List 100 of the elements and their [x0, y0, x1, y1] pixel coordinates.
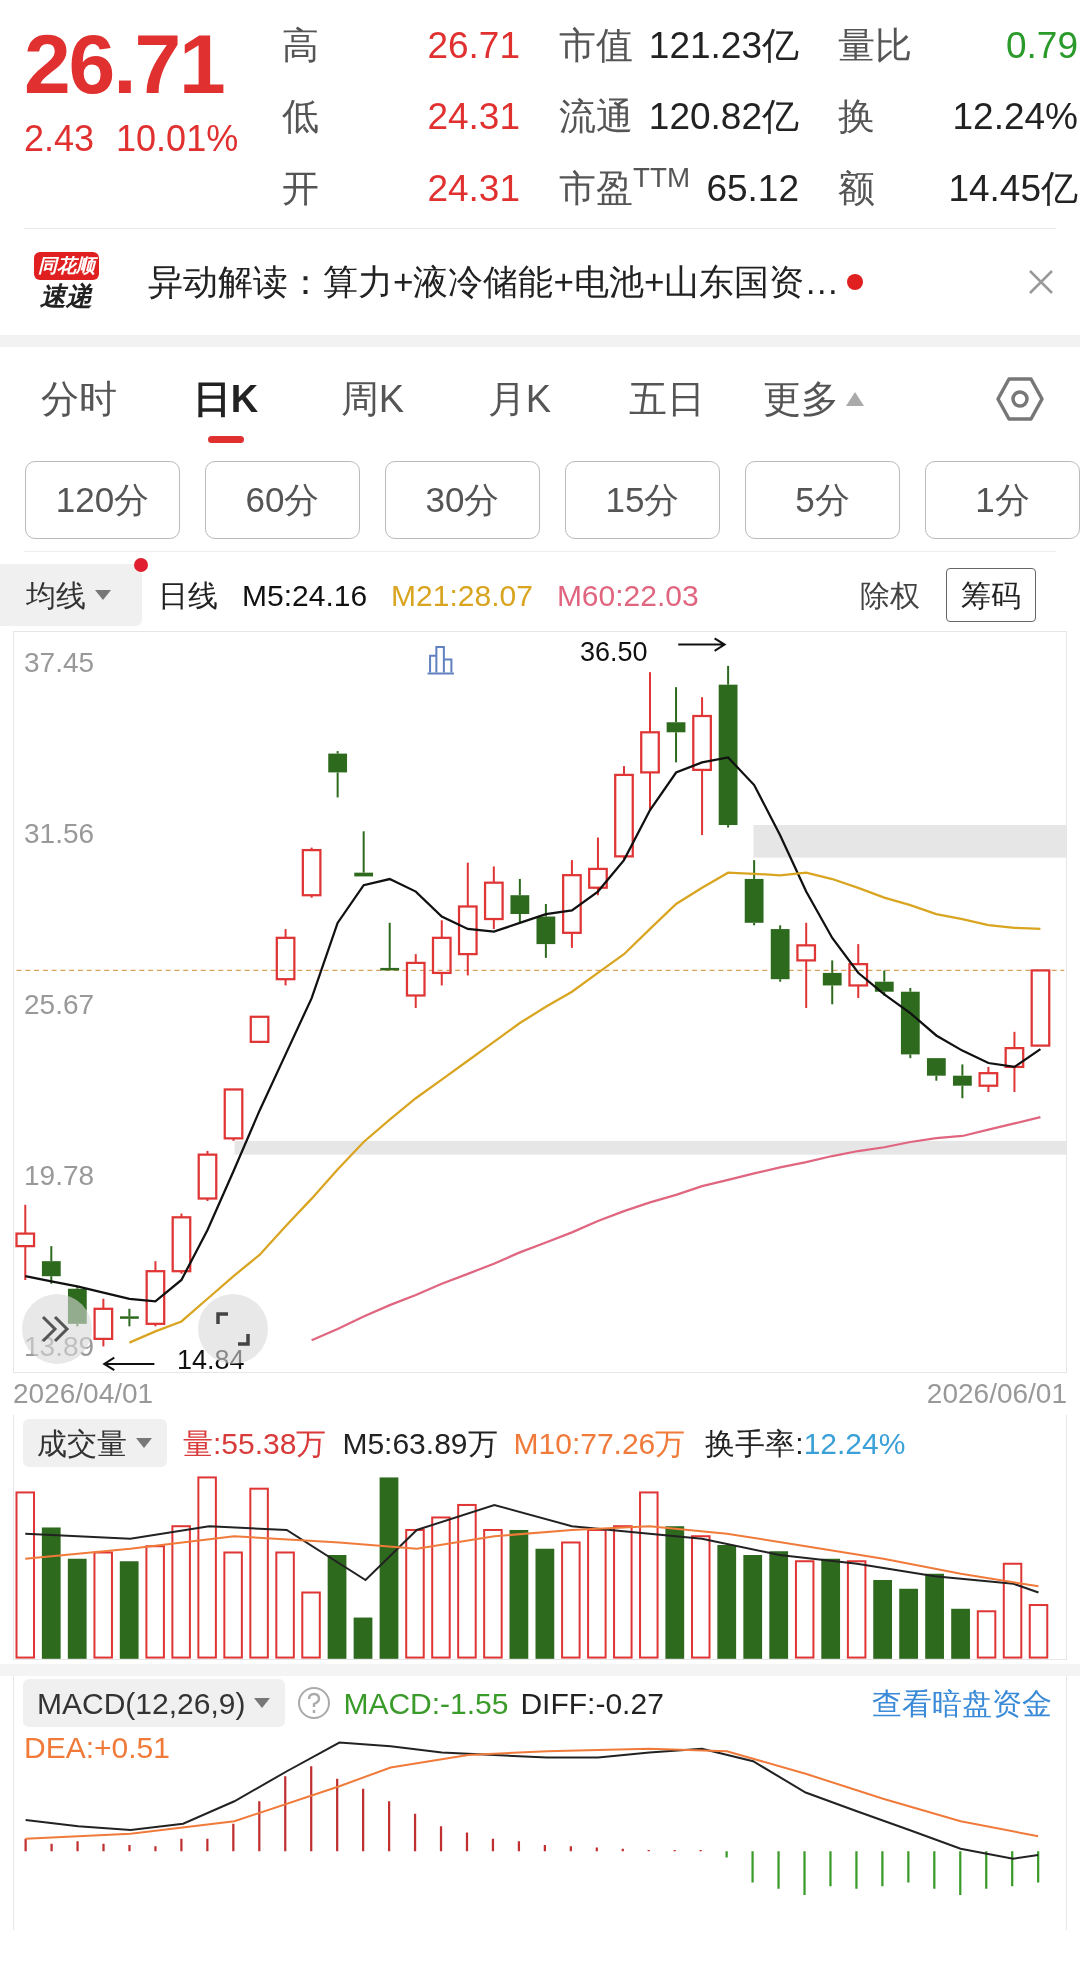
macd-bar [76, 1841, 79, 1852]
macd-bar [543, 1845, 546, 1852]
macd-bar [128, 1845, 131, 1852]
news-headline[interactable]: 异动解读：算力+液冷储能+电池+山东国资… [148, 255, 840, 309]
candlestick [67, 1286, 87, 1327]
start-date: 2026/04/01 [13, 1377, 154, 1411]
macd-bar [102, 1843, 105, 1852]
candlestick [536, 904, 556, 958]
candlestick [952, 1064, 972, 1099]
period-tab[interactable]: 分时 [5, 359, 152, 439]
candlestick [354, 831, 374, 878]
candlestick [900, 987, 920, 1059]
candlestick [822, 960, 842, 1005]
end-date: 2026/06/01 [926, 1377, 1067, 1411]
help-icon[interactable] [297, 1686, 332, 1720]
macd-bar [465, 1832, 469, 1852]
macd-bar [1037, 1851, 1040, 1883]
macd-bar [232, 1823, 235, 1852]
macd-bar [985, 1851, 988, 1889]
candlestick [431, 920, 452, 986]
stat-label: 开 [282, 166, 319, 211]
macd-bar [362, 1788, 365, 1852]
volume-legend-label: M5:63.89万 [342, 1425, 498, 1462]
period-tab[interactable]: 月K [446, 359, 593, 439]
close-icon[interactable] [1028, 269, 1054, 295]
chips-button[interactable]: 筹码 [946, 568, 1036, 622]
candlestick [301, 847, 322, 898]
volume-bar [1028, 1604, 1049, 1659]
period-tab[interactable]: 五日 [593, 359, 740, 439]
macd-bar [881, 1851, 884, 1887]
macd-legend-label: DIFF:-0.27 [520, 1685, 664, 1722]
macd-bar [50, 1843, 53, 1852]
macd-bar [1011, 1851, 1014, 1887]
candlestick [93, 1298, 114, 1347]
stat-label: 市值 [559, 24, 633, 68]
macd-legend-label: MACD:-1.55 [343, 1685, 509, 1722]
macd-bar [258, 1801, 261, 1852]
low-price-label: 14.84 [177, 1344, 245, 1376]
interval-button[interactable]: 30分 [385, 461, 540, 539]
macd-bar [569, 1846, 572, 1852]
candlestick [1004, 1031, 1025, 1092]
macd-bar [491, 1838, 495, 1852]
candlestick [874, 970, 894, 996]
macd-bar [595, 1847, 598, 1852]
turnover-value: 12.24% [803, 1425, 906, 1462]
macd-legend-label: DEA:+0.51 [24, 1730, 170, 1766]
macd-bar [907, 1851, 910, 1883]
volume-bar [951, 1608, 970, 1659]
caret-down-icon [253, 1697, 272, 1709]
stat-value: 14.45亿 [948, 166, 1078, 211]
candlestick [41, 1246, 61, 1284]
period-tab[interactable]: 周K [299, 359, 446, 439]
candlestick [380, 922, 400, 972]
macd-bar [24, 1838, 27, 1852]
settings-icon[interactable] [996, 376, 1044, 422]
bar-chart-icon[interactable] [426, 646, 455, 675]
stat-value: 65.12 [706, 166, 799, 211]
candlestick [120, 1308, 139, 1327]
candlestick [483, 866, 504, 930]
macd-bar [387, 1801, 391, 1852]
ex-rights-label[interactable]: 除权 [860, 572, 920, 618]
candlestick [328, 751, 348, 798]
stat-label: 低 [282, 95, 319, 140]
dark-pool-link[interactable]: 查看暗盘资金 [872, 1680, 1052, 1726]
period-tab[interactable]: 更多 [740, 359, 887, 439]
volume-dropdown[interactable]: 成交量 [23, 1419, 167, 1467]
price-axis-label: 37.45 [24, 647, 95, 680]
stat-label: 流通 [559, 95, 633, 140]
candlestick [145, 1261, 166, 1327]
candlestick [770, 925, 790, 982]
stat-label: 量比 [838, 24, 912, 68]
interval-button[interactable]: 15分 [565, 461, 720, 539]
caret-down-icon [135, 1437, 153, 1449]
candlestick [848, 944, 869, 998]
interval-button[interactable]: 5分 [745, 461, 900, 539]
caret-up-icon [844, 391, 865, 407]
stat-value: 26.71 [427, 24, 520, 68]
candlestick [926, 1057, 946, 1081]
price-axis-label: 19.78 [24, 1160, 95, 1193]
macd-bar [206, 1838, 209, 1852]
indicator-dropdown[interactable]: 均线 [0, 564, 142, 626]
candlestick [588, 837, 608, 896]
percent-change: 10.01% [116, 117, 239, 161]
candlestick [197, 1150, 218, 1201]
interval-button[interactable]: 60分 [205, 461, 360, 539]
stat-label: 额 [838, 166, 875, 211]
interval-button[interactable]: 1分 [925, 461, 1080, 539]
macd-bar [803, 1851, 806, 1895]
macd-bar [777, 1851, 780, 1889]
macd-bar [855, 1851, 858, 1889]
macd-dropdown[interactable]: MACD(12,26,9) [23, 1679, 286, 1727]
interval-button[interactable]: 120分 [25, 461, 180, 539]
price-axis-label: 25.67 [24, 989, 95, 1022]
moving-average-label: M60:22.03 [556, 577, 699, 614]
stat-value: 120.82亿 [648, 95, 799, 140]
turnover-label: 换手率: [705, 1425, 804, 1462]
candlestick [744, 860, 764, 926]
price-axis-label: 13.89 [24, 1331, 95, 1364]
candlestick [275, 929, 296, 986]
macd-bar [751, 1851, 754, 1883]
